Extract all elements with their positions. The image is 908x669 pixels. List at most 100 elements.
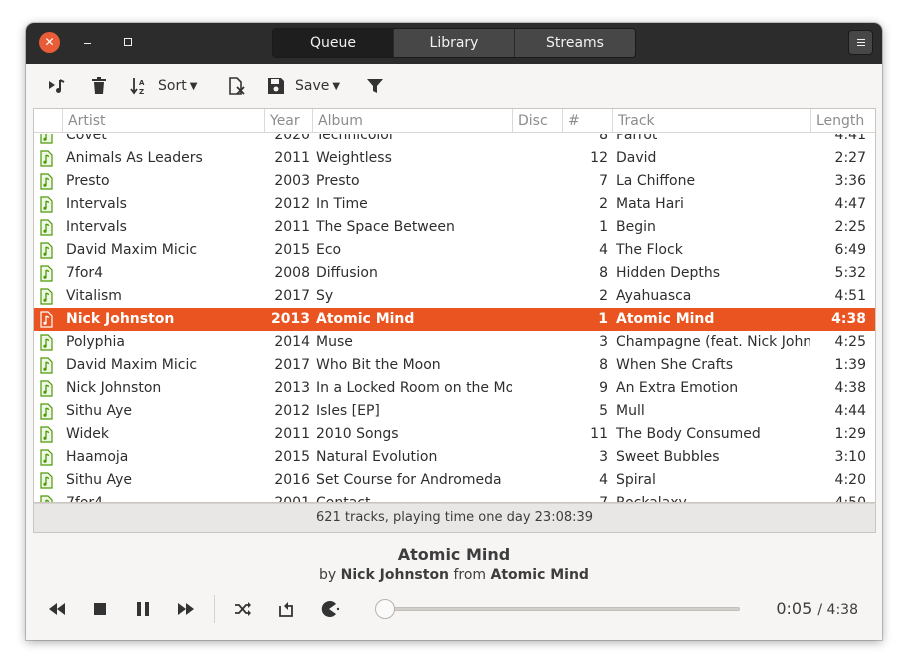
clear-button[interactable] — [228, 75, 246, 97]
music-file-icon — [40, 403, 54, 420]
track-cell: An Extra Emotion — [616, 380, 739, 396]
stop-button[interactable] — [89, 598, 111, 620]
menu-button[interactable] — [848, 30, 873, 55]
table-row[interactable]: Widek 2011 2010 Songs 11 The Body Consumed 1:… — [34, 423, 875, 446]
maximize-button[interactable] — [124, 38, 132, 46]
column-header-track[interactable]: Track — [612, 109, 810, 133]
year-cell: 2017 — [274, 288, 310, 304]
artist-cell: Nick Johnston — [66, 380, 162, 396]
repeat-button[interactable] — [275, 598, 297, 620]
table-row[interactable]: David Maxim Micic 2017 Who Bit the Moon 8 Wh… — [34, 354, 875, 377]
track-number-cell: 4 — [599, 242, 608, 258]
artist-cell: David Maxim Micic — [66, 242, 198, 258]
table-row[interactable]: 7for4 2001 Contact 7 Rockalaxy4:50 — [34, 492, 875, 502]
table-row[interactable]: David Maxim Micic 2015 Eco 4 The Flock 6:49 — [34, 239, 875, 262]
length-cell: 1:29 — [834, 426, 866, 442]
table-row[interactable]: Presto 2003 Presto 7 La Chiffone 3:36 — [34, 170, 875, 193]
table-row-selected[interactable]: Nick Johnston 2013 Atomic Mind 1 Atomic Mind… — [34, 308, 875, 331]
controls-separator — [214, 595, 215, 623]
album-cell: Isles [EP] — [316, 403, 380, 419]
track-number-cell: 11 — [590, 426, 608, 442]
track-cell: Champagne (feat. Nick Johns — [616, 334, 810, 350]
music-file-icon — [40, 134, 54, 144]
close-button[interactable]: ✕ — [39, 32, 60, 53]
artist-cell: David Maxim Micic — [66, 357, 198, 373]
play-next-button[interactable] — [48, 75, 66, 97]
music-file-icon — [40, 380, 54, 397]
save-button[interactable]: Save ▼ — [267, 75, 340, 97]
track-number-cell: 12 — [590, 150, 608, 166]
artist-cell: 7for4 — [66, 492, 262, 502]
track-cell: Sweet Bubbles — [616, 449, 720, 465]
time-display: 0:05 / 4:38 — [766, 599, 858, 618]
track-number-cell: 8 — [599, 357, 608, 373]
tab-streams[interactable]: Streams — [514, 29, 635, 57]
album-cell: 2010 Songs — [316, 426, 399, 442]
column-header-length[interactable]: Length — [810, 109, 875, 133]
filter-button[interactable] — [366, 75, 384, 97]
seek-handle[interactable] — [375, 599, 395, 619]
music-file-icon — [40, 265, 54, 282]
artist-cell: Polyphia — [66, 334, 125, 350]
table-row[interactable]: Sithu Aye 2012 Isles [EP] 5 Mull 4:44 — [34, 400, 875, 423]
year-cell: 2012 — [274, 196, 310, 212]
column-header-artist[interactable]: Artist — [62, 109, 264, 133]
consume-button[interactable] — [318, 598, 340, 620]
sort-button[interactable]: A Z Sort ▼ — [130, 75, 197, 97]
artist-cell: 7for4 — [66, 265, 104, 281]
table-row[interactable]: Intervals 2011 The Space Between 1 Begin 2:25 — [34, 216, 875, 239]
tab-queue[interactable]: Queue — [273, 29, 393, 57]
column-header-disc[interactable]: Disc — [512, 109, 562, 133]
shuffle-button[interactable] — [232, 598, 254, 620]
track-cell: The Flock — [616, 242, 683, 258]
length-cell: 2:27 — [834, 150, 866, 166]
minimize-button[interactable] — [81, 35, 95, 49]
tab-library[interactable]: Library — [393, 29, 514, 57]
column-header: Artist Year Album Disc # Track Length — [34, 109, 875, 133]
album-cell: Natural Evolution — [316, 449, 438, 465]
pause-button[interactable] — [132, 598, 154, 620]
table-row[interactable]: Animals As Leaders 2011 Weightless 12 David 2… — [34, 147, 875, 170]
seek-bar[interactable] — [378, 607, 740, 611]
length-cell: 6:49 — [834, 242, 866, 258]
column-header-album[interactable]: Album — [312, 109, 512, 133]
artist-cell: Intervals — [66, 219, 127, 235]
from-word: from — [453, 567, 487, 583]
previous-button[interactable] — [46, 598, 68, 620]
column-header-year[interactable]: Year — [264, 109, 312, 133]
album-cell: Diffusion — [316, 265, 378, 281]
track-cell: Hidden Depths — [616, 265, 721, 281]
year-cell: 2016 — [274, 472, 310, 488]
artist-cell: Intervals — [66, 196, 127, 212]
play-queue-icon — [49, 79, 65, 93]
table-row[interactable]: Sithu Aye 2016 Set Course for Andromeda 4 Sp… — [34, 469, 875, 492]
track-number-cell: 3 — [599, 334, 608, 350]
save-label: Save — [295, 78, 330, 94]
table-row[interactable]: Nick Johnston 2013 In a Locked Room on the… — [34, 377, 875, 400]
album-cell: Atomic Mind — [316, 311, 415, 327]
year-cell: 2013 — [274, 380, 310, 396]
table-row[interactable]: Intervals 2012 In Time 2 Mata Hari 4:47 — [34, 193, 875, 216]
album-cell: Presto — [316, 173, 360, 189]
repeat-icon — [279, 602, 293, 617]
year-cell: 2001 — [266, 492, 310, 502]
music-file-icon — [40, 495, 54, 502]
column-header-icon[interactable] — [34, 109, 64, 133]
length-cell: 1:39 — [834, 357, 866, 373]
length-cell: 4:25 — [834, 334, 866, 350]
filter-icon — [367, 79, 383, 93]
queue-list[interactable]: Artist Year Album Disc # Track Length Co… — [33, 108, 876, 503]
table-row[interactable]: Covet 2020 Technicolor 8 Parrot 4:41 — [34, 134, 875, 147]
track-number-cell: 1 — [599, 219, 608, 235]
year-cell: 2003 — [274, 173, 310, 189]
now-playing-title: Atomic Mind — [397, 545, 511, 564]
menu-icon-line — [857, 42, 865, 43]
column-header-number[interactable]: # — [562, 109, 612, 133]
table-row[interactable]: Polyphia 2014 Muse 3 Champagne (feat. Nick J… — [34, 331, 875, 354]
remove-button[interactable] — [91, 75, 107, 97]
table-row[interactable]: Vitalism 2017 Sy 2 Ayahuasca 4:51 — [34, 285, 875, 308]
track-cell: When She Crafts — [616, 357, 734, 373]
table-row[interactable]: 7for4 2008 Diffusion 8 Hidden Depths 5:32 — [34, 262, 875, 285]
next-button[interactable] — [175, 598, 197, 620]
table-row[interactable]: Haamoja 2015 Natural Evolution 3 Sweet Bubbl… — [34, 446, 875, 469]
